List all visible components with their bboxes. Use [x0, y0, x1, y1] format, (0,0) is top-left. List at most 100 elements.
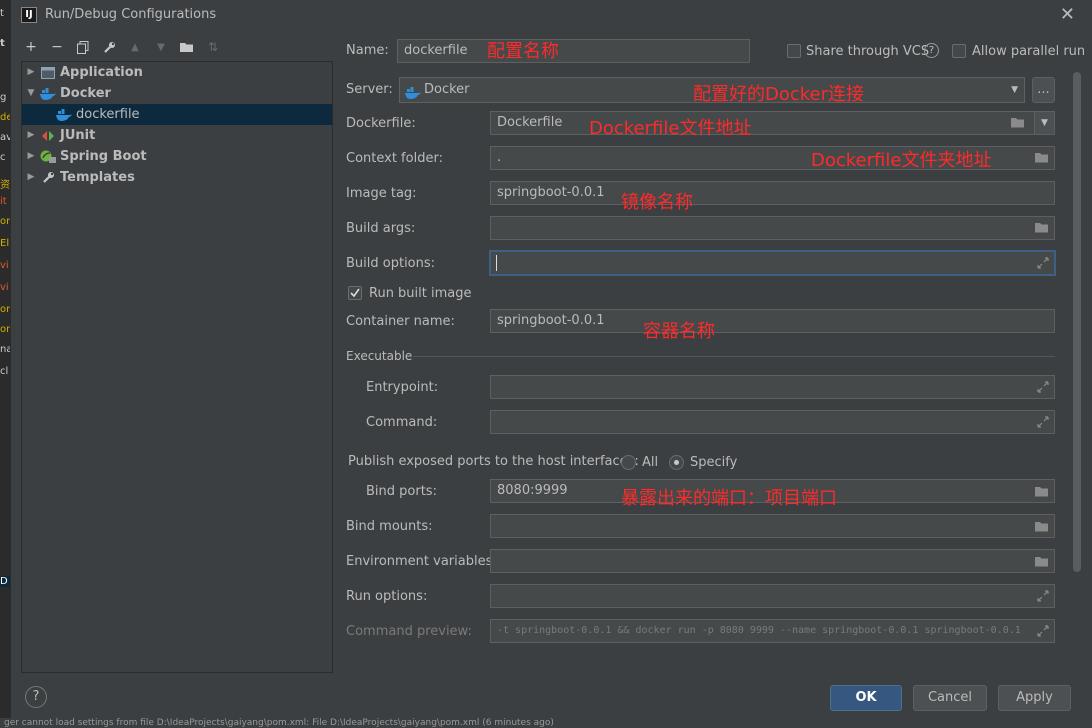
folder-icon[interactable] — [1035, 486, 1049, 501]
tree-item-application[interactable]: ▶ Application — [22, 62, 332, 83]
server-value: Docker — [424, 82, 470, 97]
bind-ports-label: Bind ports: — [366, 484, 437, 499]
build-args-input[interactable] — [490, 216, 1055, 240]
ide-status-bar: ger cannot load settings from file D:\Id… — [0, 718, 1092, 728]
move-up-icon[interactable]: ▲ — [125, 37, 145, 57]
bind-mounts-label: Bind mounts: — [346, 519, 433, 534]
expand-icon[interactable] — [1037, 625, 1049, 641]
configuration-tree: ▶ Application ▼ Docker dockerfile ▶ JUni… — [21, 61, 333, 673]
entrypoint-label: Entrypoint: — [366, 380, 439, 395]
tree-item-dockerfile[interactable]: dockerfile — [22, 104, 332, 125]
dockerfile-dropdown-button[interactable]: ▼ — [1034, 111, 1055, 135]
all-ports-radio[interactable] — [621, 455, 636, 470]
chevron-right-icon[interactable]: ▶ — [22, 125, 40, 146]
chevron-right-icon[interactable]: ▶ — [22, 146, 40, 167]
environment-variables-input[interactable] — [490, 549, 1055, 573]
all-ports-label: All — [642, 455, 659, 470]
tree-item-label: JUnit — [60, 128, 96, 143]
environment-variables-label: Environment variables: — [346, 554, 497, 569]
name-input[interactable]: dockerfile — [397, 39, 750, 63]
server-more-button[interactable]: ... — [1032, 77, 1055, 103]
publish-ports-label: Publish exposed ports to the host interf… — [348, 454, 639, 469]
sort-icon[interactable]: ⇅ — [203, 37, 223, 57]
docker-icon — [405, 84, 421, 102]
run-options-input[interactable] — [490, 584, 1055, 608]
build-options-input[interactable] — [489, 250, 1056, 276]
expand-icon[interactable] — [1037, 257, 1049, 273]
chevron-right-icon[interactable]: ▶ — [22, 62, 40, 83]
build-options-label: Build options: — [346, 256, 436, 271]
dialog-title: Run/Debug Configurations — [45, 7, 217, 22]
help-button[interactable]: ? — [25, 686, 47, 708]
spring-boot-icon — [40, 150, 56, 164]
intellij-app-icon: IJ — [21, 7, 37, 23]
wrench-icon[interactable] — [99, 37, 119, 57]
help-icon[interactable]: ? — [924, 43, 939, 58]
image-tag-input[interactable]: springboot-0.0.1 — [490, 181, 1055, 205]
specify-ports-label: Specify — [690, 455, 738, 470]
folder-icon[interactable] — [1035, 222, 1049, 237]
name-label: Name: — [346, 43, 389, 58]
expand-icon[interactable] — [1037, 416, 1049, 432]
expand-icon[interactable] — [1037, 590, 1049, 606]
allow-parallel-label: Allow parallel run — [972, 44, 1086, 59]
expand-icon[interactable] — [1037, 381, 1049, 397]
command-preview-field: -t springboot-0.0.1 && docker run -p 808… — [490, 619, 1055, 643]
dockerfile-input[interactable]: Dockerfile — [490, 111, 1043, 135]
build-args-label: Build args: — [346, 221, 416, 236]
entrypoint-input[interactable] — [490, 375, 1055, 399]
annotation-dockerfile: Dockerfile文件地址 — [589, 118, 752, 139]
apply-button[interactable]: Apply — [998, 685, 1071, 711]
context-folder-label: Context folder: — [346, 151, 443, 166]
image-tag-label: Image tag: — [346, 186, 417, 201]
move-down-icon[interactable]: ▼ — [151, 37, 171, 57]
chevron-down-icon: ▼ — [1011, 85, 1018, 95]
command-input[interactable] — [490, 410, 1055, 434]
form-scrollbar[interactable] — [1073, 72, 1081, 572]
annotation-name: 配置名称 — [487, 41, 559, 62]
chevron-down-icon[interactable]: ▼ — [22, 83, 40, 104]
tree-item-spring-boot[interactable]: ▶ Spring Boot — [22, 146, 332, 167]
ide-background-strip: t t g de av c 资 it or El vi vi or or na … — [0, 0, 10, 728]
run-built-image-checkbox[interactable] — [348, 286, 362, 300]
folder-icon[interactable] — [1011, 117, 1025, 128]
add-icon[interactable]: + — [21, 37, 41, 57]
folder-icon[interactable] — [177, 37, 197, 57]
ok-button[interactable]: OK — [830, 685, 902, 711]
folder-icon[interactable] — [1035, 556, 1049, 571]
tree-item-docker[interactable]: ▼ Docker — [22, 83, 332, 104]
tree-item-label: dockerfile — [76, 107, 140, 122]
tree-item-junit[interactable]: ▶ JUnit — [22, 125, 332, 146]
remove-icon[interactable]: − — [47, 37, 67, 57]
tree-item-templates[interactable]: ▶ Templates — [22, 167, 332, 188]
share-vcs-label: Share through VCS — [806, 44, 930, 59]
docker-icon — [56, 108, 72, 122]
executable-section-label: Executable — [346, 349, 413, 363]
dockerfile-label: Dockerfile: — [346, 116, 416, 131]
text-cursor — [496, 255, 497, 271]
wrench-icon — [40, 171, 56, 185]
server-label: Server: — [346, 82, 393, 97]
copy-icon[interactable] — [73, 37, 93, 57]
run-options-label: Run options: — [346, 589, 428, 604]
folder-icon[interactable] — [1035, 521, 1049, 536]
container-name-input[interactable]: springboot-0.0.1 — [490, 309, 1055, 333]
run-built-image-label: Run built image — [369, 286, 472, 301]
chevron-right-icon[interactable]: ▶ — [22, 167, 40, 188]
annotation-server: 配置好的Docker连接 — [693, 84, 865, 105]
specify-ports-radio[interactable] — [669, 455, 684, 470]
tree-item-label: Templates — [60, 170, 135, 185]
close-icon[interactable]: ✕ — [1060, 4, 1075, 25]
cancel-button[interactable]: Cancel — [913, 685, 987, 711]
bind-mounts-input[interactable] — [490, 514, 1055, 538]
run-debug-dialog: IJ Run/Debug Configurations ✕ + − ▲ ▼ ⇅ … — [10, 0, 1092, 718]
tree-item-label: Spring Boot — [60, 149, 147, 164]
section-divider — [413, 356, 1055, 357]
allow-parallel-checkbox[interactable] — [952, 44, 966, 58]
annotation-container: 容器名称 — [643, 321, 715, 342]
folder-icon[interactable] — [1035, 152, 1049, 167]
tree-item-label: Application — [60, 65, 143, 80]
container-name-label: Container name: — [346, 314, 455, 329]
annotation-image: 镜像名称 — [621, 192, 693, 213]
share-vcs-checkbox[interactable] — [787, 44, 801, 58]
